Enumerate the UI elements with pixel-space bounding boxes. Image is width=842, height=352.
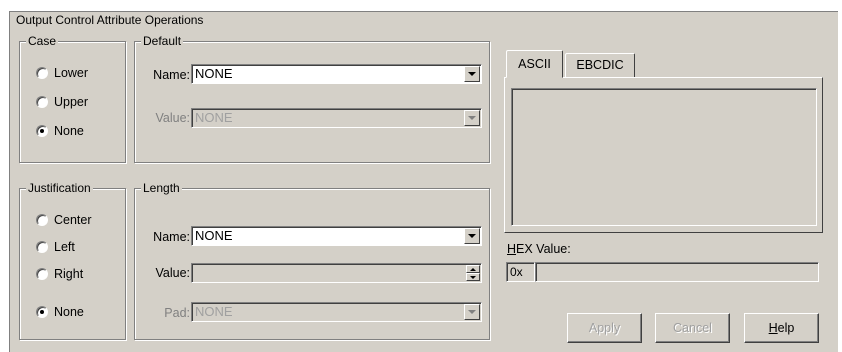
justification-radio-none[interactable]: None [36,305,84,319]
default-value-value: NONE [195,110,233,125]
default-group-label: Default [141,34,184,48]
default-value-dropdown: NONE [191,108,482,128]
radio-checked-icon [36,306,48,318]
default-value-label: Value: [155,111,190,125]
length-group-label: Length [141,181,182,195]
case-group-label: Case [26,34,59,48]
tab-ascii[interactable]: ASCII [506,50,563,78]
length-pad-dropdown: NONE [191,302,482,322]
hex-label-rest: EX Value: [516,242,571,256]
default-name-value: NONE [195,66,233,81]
default-name-dropdown[interactable]: NONE [191,64,482,84]
case-radio-label: None [54,124,84,138]
justification-radio-left[interactable]: Left [36,240,75,254]
justification-radio-label: Center [54,213,92,227]
spinner-arrows-icon[interactable] [466,265,480,281]
spin-down-icon[interactable] [466,273,480,281]
case-radio-none[interactable]: None [36,124,84,138]
chevron-down-icon [464,304,480,320]
length-value-spinner[interactable] [191,263,482,283]
hex-label-accesskey: H [507,242,517,256]
justification-radio-label: Left [54,240,75,254]
length-pad-label: Pad: [164,306,190,320]
radio-checked-icon [36,125,48,137]
case-radio-lower[interactable]: Lower [36,66,88,80]
hex-value-label: HEX Value: [507,242,571,256]
help-label-rest: elp [777,321,795,335]
chevron-down-icon [464,110,480,126]
apply-button: Apply [567,313,642,343]
spin-up-icon[interactable] [466,265,480,273]
case-radio-upper[interactable]: Upper [36,95,88,109]
justification-group-label: Justification [26,181,93,195]
length-pad-value: NONE [195,304,233,319]
hex-prefix-box: 0x [506,262,535,282]
hex-value-input[interactable] [535,262,819,282]
dialog-title: Output Control Attribute Operations [16,13,204,27]
help-button[interactable]: Help [744,313,819,343]
justification-radio-right[interactable]: Right [36,267,83,281]
help-accesskey: H [768,321,778,335]
radio-circle-icon [36,96,48,108]
default-group: Default [134,34,490,163]
length-value-label: Value: [155,266,190,280]
tab-ebcdic[interactable]: EBCDIC [565,53,635,77]
radio-circle-icon [36,214,48,226]
case-radio-label: Upper [54,95,89,109]
length-name-dropdown[interactable]: NONE [191,226,482,246]
radio-circle-icon [36,268,48,280]
hex-prefix: 0x [510,265,523,279]
justification-radio-center[interactable]: Center [36,213,92,227]
length-name-value: NONE [195,228,233,243]
radio-circle-icon [36,67,48,79]
cancel-button: Cancel [655,313,730,343]
default-name-label: Name: [153,68,190,82]
justification-radio-label: Right [54,267,84,281]
character-display-area [511,88,817,226]
case-radio-label: Lower [54,66,89,80]
chevron-down-icon[interactable] [464,66,480,82]
chevron-down-icon[interactable] [464,228,480,244]
radio-circle-icon [36,241,48,253]
justification-radio-label: None [54,305,84,319]
length-name-label: Name: [153,230,190,244]
